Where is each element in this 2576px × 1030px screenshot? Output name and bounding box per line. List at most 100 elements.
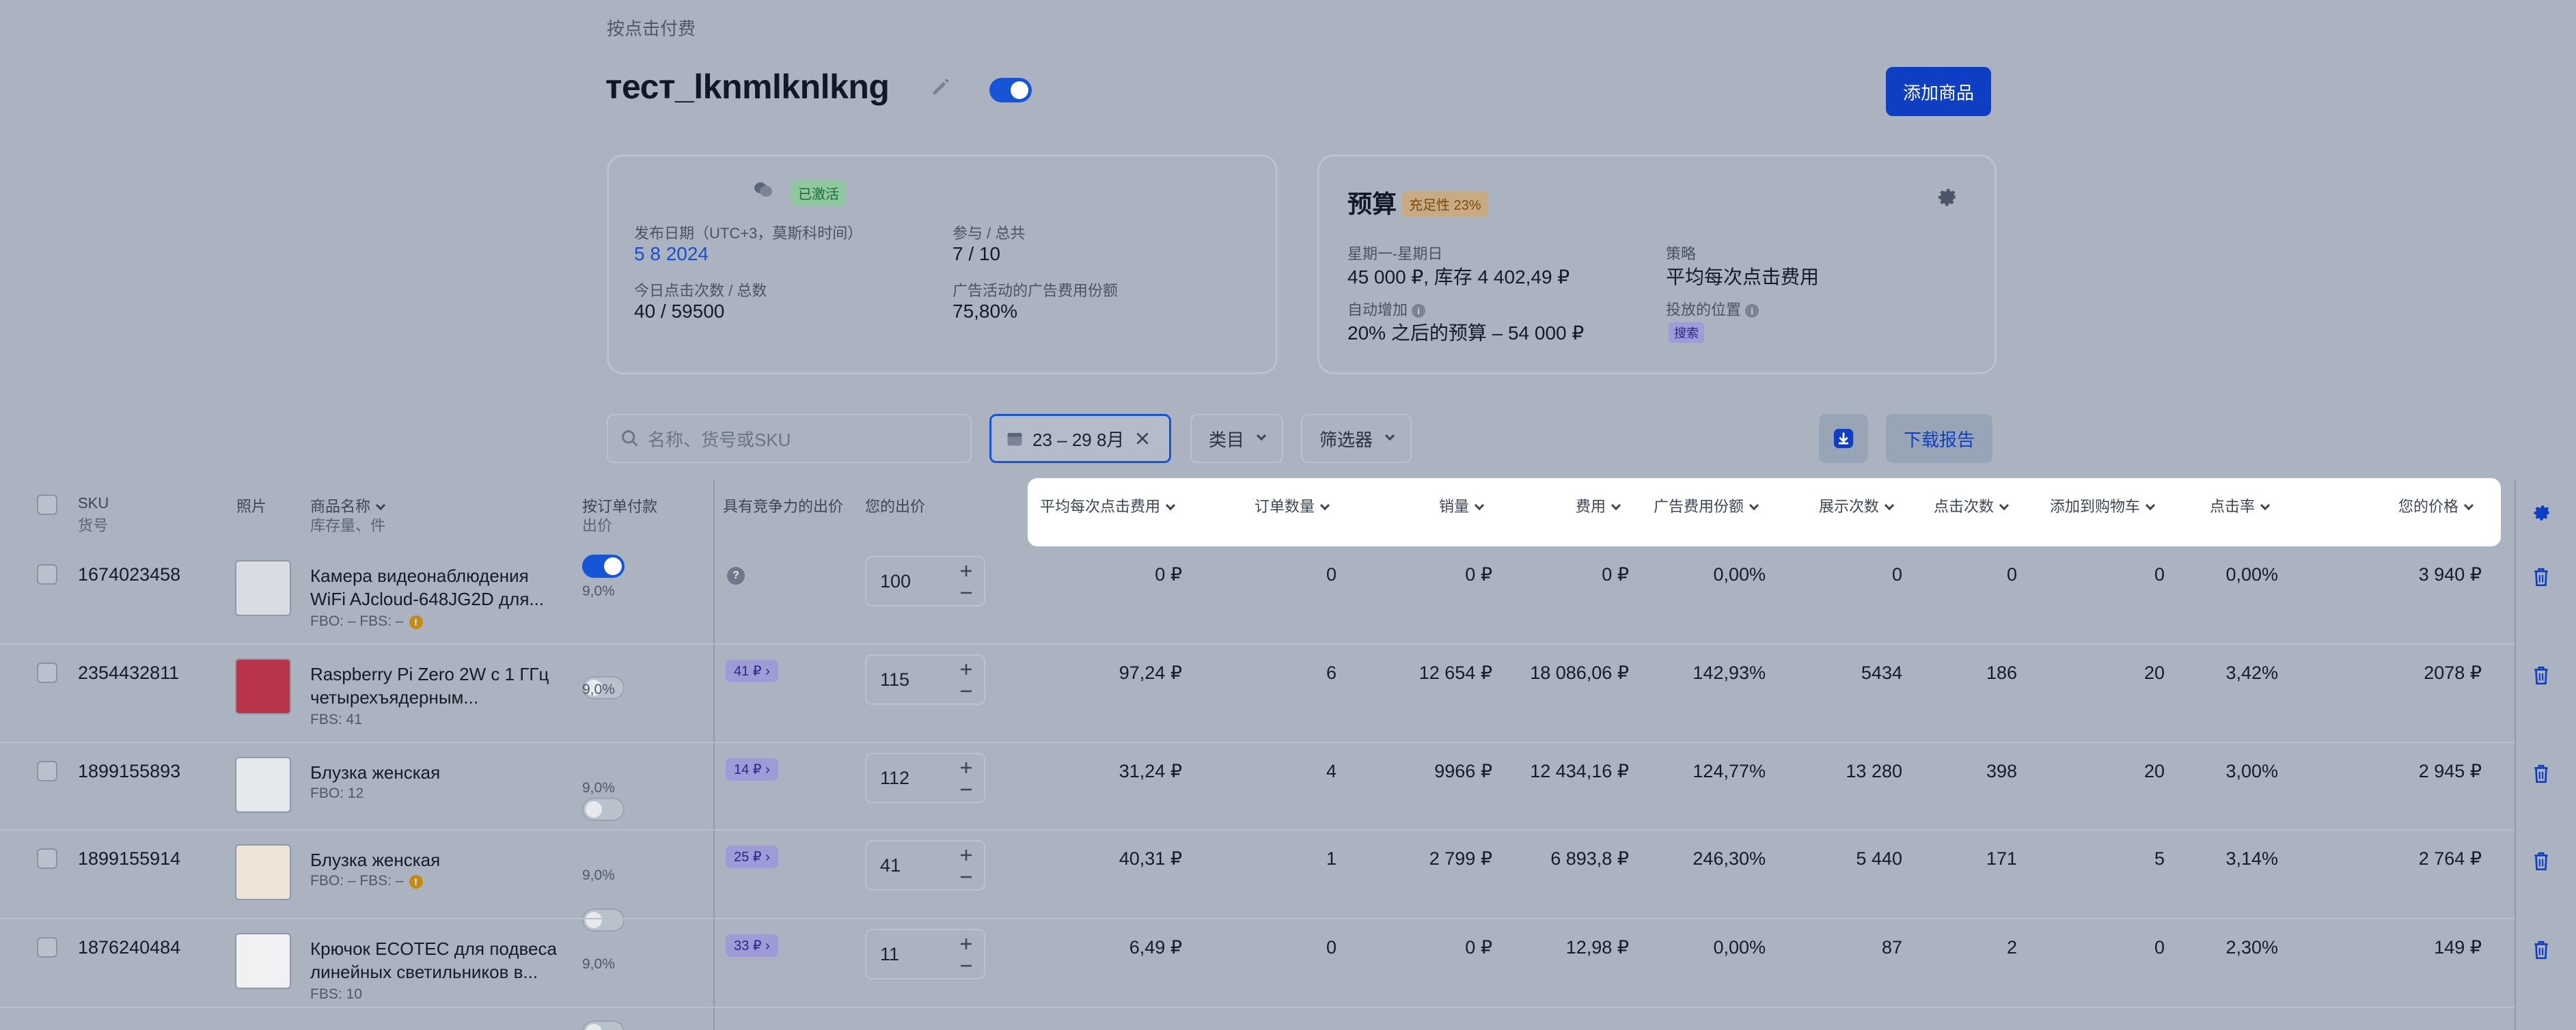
bid-stepper[interactable] — [958, 847, 974, 885]
category-dropdown[interactable]: 类目 — [1190, 414, 1283, 463]
chevron-right-icon: › — [761, 664, 770, 679]
gear-icon[interactable] — [2532, 503, 2553, 527]
auto-increase-value: 20% 之后的预算 – 54 000 ₽ — [1347, 322, 1585, 344]
info-icon[interactable]: i — [1412, 304, 1426, 318]
product-thumbnail[interactable] — [235, 844, 291, 900]
warning-icon[interactable]: ! — [409, 615, 423, 629]
date-range-picker[interactable]: 23 – 29 8月 — [989, 414, 1171, 463]
search-input[interactable]: 名称、货号或SKU — [607, 414, 972, 463]
row-checkbox[interactable] — [37, 848, 57, 869]
sales-value: 9966 ₽ — [1434, 761, 1492, 781]
bid-stepper[interactable] — [958, 760, 974, 798]
download-report-button[interactable]: 下载报告 — [1886, 414, 1992, 463]
competitive-bid-pill[interactable]: 14 ₽ › — [726, 758, 778, 781]
bid-input[interactable]: 115 — [865, 654, 985, 705]
product-thumbnail[interactable] — [235, 560, 291, 616]
product-thumbnail[interactable] — [235, 658, 291, 714]
table-header-highlight — [1028, 478, 2501, 546]
avg-cpc-value: 97,24 ₽ — [1119, 663, 1182, 683]
col-add-to-cart[interactable]: 添加到购物车 — [2050, 495, 2156, 516]
info-icon[interactable]: i — [1745, 304, 1759, 318]
avg-cpc-value: 0 ₽ — [1155, 564, 1182, 585]
filter-dropdown[interactable]: 筛选器 — [1301, 414, 1412, 463]
gear-icon[interactable] — [1936, 186, 1960, 212]
product-name-line1[interactable]: Блузка женская — [310, 848, 563, 872]
row-checkbox[interactable] — [37, 564, 57, 585]
pay-per-order-toggle[interactable] — [582, 908, 625, 932]
orders-value: 4 — [1326, 761, 1337, 781]
product-thumbnail[interactable] — [235, 933, 291, 989]
product-name-line2[interactable]: линейных светильников в... — [310, 960, 563, 984]
bid-stepper[interactable] — [958, 563, 974, 601]
ctr-value: 3,14% — [2225, 848, 2278, 869]
trash-icon[interactable] — [2532, 851, 2550, 875]
chevron-down-icon — [1999, 500, 2010, 511]
question-icon[interactable]: ? — [727, 567, 745, 585]
campaign-toggle[interactable] — [989, 78, 1032, 102]
download-icon-button[interactable] — [1819, 414, 1868, 463]
product-thumbnail[interactable] — [235, 757, 291, 813]
bid-input[interactable]: 41 — [865, 840, 985, 891]
col-ad-cost-share[interactable]: 广告费用份额 — [1654, 495, 1759, 516]
col-cost[interactable]: 费用 — [1576, 495, 1621, 516]
add-product-button[interactable]: 添加商品 — [1886, 67, 1991, 116]
bid-value: 112 — [880, 767, 910, 788]
chevron-right-icon: › — [761, 938, 770, 954]
col-clicks[interactable]: 点击次数 — [1934, 495, 2010, 516]
row-checkbox[interactable] — [37, 663, 57, 683]
competitive-bid-value: 33 ₽ — [734, 938, 762, 954]
publish-date-value[interactable]: 5 8 2024 — [634, 243, 709, 265]
bid-input[interactable]: 11 — [865, 929, 985, 979]
impressions-value: 87 — [1881, 937, 1902, 958]
download-icon — [1833, 428, 1854, 449]
ctr-value: 2,30% — [2225, 937, 2278, 958]
col-ctr[interactable]: 点击率 — [2210, 495, 2271, 516]
cost-value: 12 434,16 ₽ — [1530, 761, 1629, 781]
product-name-line1[interactable]: Камера видеонаблюдения — [310, 564, 563, 587]
warning-icon[interactable]: ! — [409, 875, 423, 889]
col-sales[interactable]: 销量 — [1439, 495, 1485, 516]
select-all-checkbox[interactable] — [37, 495, 57, 515]
bid-input[interactable]: 100 — [865, 556, 985, 607]
trash-icon[interactable] — [2532, 940, 2550, 964]
competitive-bid-value: 25 ₽ — [734, 850, 762, 865]
competitive-bid-pill[interactable]: 33 ₽ › — [726, 934, 778, 957]
col-orders[interactable]: 订单数量 — [1255, 495, 1330, 516]
col-impressions[interactable]: 展示次数 — [1819, 495, 1895, 516]
breadcrumb[interactable]: 按点击付费 — [607, 15, 696, 40]
chevron-down-icon — [375, 500, 386, 511]
row-checkbox[interactable] — [37, 937, 57, 958]
product-name-line1[interactable]: Raspberry Pi Zero 2W с 1 ГГц — [310, 663, 563, 686]
row-checkbox[interactable] — [37, 761, 57, 781]
placement-badge: 搜索 — [1669, 322, 1704, 343]
close-icon[interactable] — [1134, 430, 1151, 447]
bid-stepper[interactable] — [958, 661, 974, 699]
column-divider — [713, 479, 715, 1030]
pay-per-order-toggle[interactable] — [582, 1020, 625, 1030]
bid-input[interactable]: 112 — [865, 753, 985, 803]
ad-share-value: 0,00% — [1713, 937, 1766, 958]
ad-share-value: 124,77% — [1693, 761, 1766, 781]
impressions-value: 0 — [1891, 564, 1902, 585]
product-name-line1[interactable]: Крючок ECOTEC для подвеса — [310, 937, 563, 960]
col-your-price[interactable]: 您的价格 — [2398, 495, 2474, 516]
chevron-down-icon — [1165, 500, 1176, 511]
add-to-cart-value: 20 — [2143, 761, 2165, 781]
pencil-icon[interactable] — [929, 75, 953, 98]
chevron-right-icon: › — [761, 762, 770, 777]
trash-icon[interactable] — [2532, 665, 2550, 689]
competitive-bid-pill[interactable]: 41 ₽ › — [726, 660, 778, 682]
pay-per-order-toggle[interactable] — [582, 798, 625, 821]
product-name-line2[interactable]: четырехъядерным... — [310, 686, 563, 709]
product-name-line1[interactable]: Блузка женская — [310, 761, 563, 784]
trash-icon[interactable] — [2532, 764, 2550, 788]
bid-stepper[interactable] — [958, 936, 974, 974]
trash-icon[interactable] — [2532, 567, 2550, 591]
price-value: 149 ₽ — [2434, 937, 2482, 958]
pay-per-order-toggle[interactable] — [582, 555, 625, 578]
pay-per-order-pct: 9,0% — [582, 956, 615, 972]
col-avg-cpc[interactable]: 平均每次点击费用 — [1040, 495, 1176, 516]
competitive-bid-pill[interactable]: 25 ₽ › — [726, 846, 778, 868]
cost-value: 0 ₽ — [1602, 564, 1629, 585]
product-name-line2[interactable]: WiFi AJcloud-648JG2D для... — [310, 587, 563, 611]
